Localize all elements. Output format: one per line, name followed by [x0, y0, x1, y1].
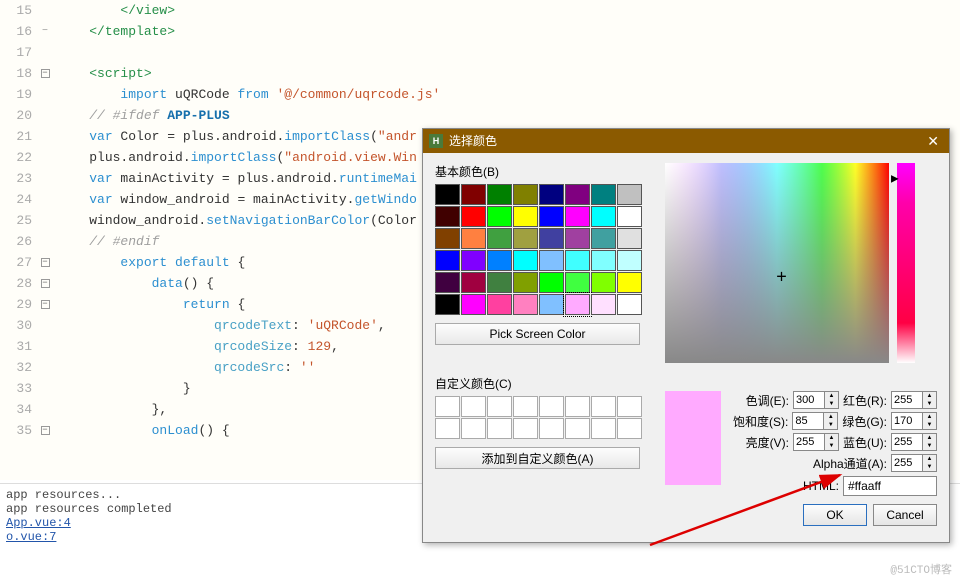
spinner-icon[interactable]: ▲▼ — [923, 433, 937, 451]
color-swatch[interactable] — [591, 206, 616, 227]
color-swatch[interactable] — [487, 184, 512, 205]
basic-color-swatches[interactable] — [435, 184, 665, 315]
color-swatch[interactable] — [565, 250, 590, 271]
color-swatch[interactable] — [487, 250, 512, 271]
color-swatch[interactable] — [461, 228, 486, 249]
color-swatch[interactable] — [435, 206, 460, 227]
sat-input[interactable] — [792, 412, 824, 430]
blue-input[interactable] — [891, 433, 923, 451]
app-icon: H — [429, 134, 443, 148]
red-input[interactable] — [891, 391, 923, 409]
color-swatch[interactable] — [513, 294, 538, 315]
color-swatch[interactable] — [591, 228, 616, 249]
color-swatch[interactable] — [487, 272, 512, 293]
color-swatch[interactable] — [539, 206, 564, 227]
ok-button[interactable]: OK — [803, 504, 867, 526]
basic-colors-label: 基本颜色(B) — [435, 163, 665, 180]
alpha-label: Alpha通道(A): — [813, 455, 887, 472]
hue-slider[interactable]: ▶ — [897, 163, 915, 363]
color-swatch[interactable] — [617, 250, 642, 271]
add-custom-color-button[interactable]: 添加到自定义颜色(A) — [435, 447, 640, 469]
line-number-gutter: 1516171819202122232425262728293031323334… — [0, 0, 38, 480]
color-swatch[interactable] — [565, 206, 590, 227]
green-input[interactable] — [891, 412, 923, 430]
color-swatch[interactable] — [513, 228, 538, 249]
dialog-titlebar[interactable]: H 选择颜色 ✕ — [423, 129, 949, 153]
hue-input[interactable] — [793, 391, 825, 409]
color-swatch[interactable] — [617, 294, 642, 315]
blue-label: 蓝色(U): — [843, 434, 887, 451]
color-swatch[interactable] — [591, 294, 616, 315]
color-swatch[interactable] — [539, 272, 564, 293]
color-swatch[interactable] — [435, 250, 460, 271]
color-swatch[interactable] — [435, 294, 460, 315]
custom-color-swatches[interactable] — [435, 396, 665, 439]
spinner-icon[interactable]: ▲▼ — [923, 454, 937, 472]
color-swatch[interactable] — [591, 272, 616, 293]
color-swatch[interactable] — [513, 272, 538, 293]
color-swatch[interactable] — [617, 272, 642, 293]
color-swatch[interactable] — [487, 206, 512, 227]
dialog-title: 选择颜色 — [449, 129, 923, 153]
color-gradient[interactable]: + — [665, 163, 889, 363]
red-label: 红色(R): — [843, 392, 887, 409]
hue-indicator-icon[interactable]: ▶ — [891, 174, 899, 185]
green-label: 绿色(G): — [842, 413, 887, 430]
color-swatch[interactable] — [461, 272, 486, 293]
fold-column[interactable]: −−−−−− — [38, 0, 52, 480]
cancel-button[interactable]: Cancel — [873, 504, 937, 526]
color-swatch[interactable] — [539, 184, 564, 205]
spinner-icon[interactable]: ▲▼ — [923, 391, 937, 409]
alpha-input[interactable] — [891, 454, 923, 472]
val-input[interactable] — [793, 433, 825, 451]
color-swatch[interactable] — [461, 294, 486, 315]
close-icon[interactable]: ✕ — [923, 129, 943, 153]
color-swatch[interactable] — [513, 250, 538, 271]
watermark: @51CTO博客 — [890, 561, 952, 577]
color-swatch[interactable] — [461, 184, 486, 205]
color-swatch[interactable] — [487, 294, 512, 315]
hue-label: 色调(E): — [746, 392, 789, 409]
color-swatch[interactable] — [435, 272, 460, 293]
spinner-icon[interactable]: ▲▼ — [825, 433, 839, 451]
color-swatch[interactable] — [565, 184, 590, 205]
color-swatch[interactable] — [461, 250, 486, 271]
color-swatch[interactable] — [461, 206, 486, 227]
color-swatch[interactable] — [591, 184, 616, 205]
spinner-icon[interactable]: ▲▼ — [923, 412, 937, 430]
color-swatch[interactable] — [591, 250, 616, 271]
val-label: 亮度(V): — [746, 434, 789, 451]
color-swatch[interactable] — [539, 250, 564, 271]
color-swatch[interactable] — [435, 184, 460, 205]
color-swatch[interactable] — [513, 184, 538, 205]
color-swatch[interactable] — [487, 228, 512, 249]
crosshair-icon[interactable]: + — [776, 267, 787, 288]
html-label: HTML: — [803, 479, 839, 493]
spinner-icon[interactable]: ▲▼ — [824, 412, 838, 430]
custom-colors-label: 自定义颜色(C) — [435, 375, 665, 392]
pick-screen-color-button[interactable]: Pick Screen Color — [435, 323, 640, 345]
html-color-input[interactable] — [843, 476, 937, 496]
color-swatch[interactable] — [539, 294, 564, 315]
color-swatch[interactable] — [513, 206, 538, 227]
color-swatch[interactable] — [617, 206, 642, 227]
color-swatch[interactable] — [539, 228, 564, 249]
color-swatch[interactable] — [617, 184, 642, 205]
color-swatch[interactable] — [565, 272, 590, 293]
sat-label: 饱和度(S): — [733, 413, 788, 430]
color-preview — [665, 391, 721, 485]
color-swatch[interactable] — [565, 294, 590, 315]
color-picker-dialog: H 选择颜色 ✕ 基本颜色(B) Pick Screen Color 自定义颜色… — [422, 128, 950, 543]
color-swatch[interactable] — [565, 228, 590, 249]
color-swatch[interactable] — [617, 228, 642, 249]
spinner-icon[interactable]: ▲▼ — [825, 391, 839, 409]
color-swatch[interactable] — [435, 228, 460, 249]
